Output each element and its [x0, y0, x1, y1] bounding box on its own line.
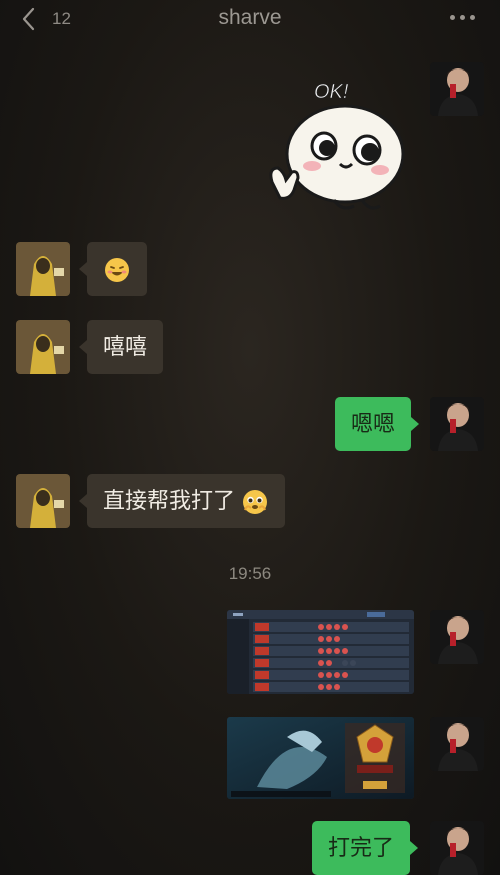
message-bubble-outgoing[interactable]: 嗯嗯	[335, 397, 420, 451]
more-dot	[470, 15, 475, 20]
sticker-text: OK!	[314, 81, 349, 103]
contact-avatar[interactable]	[16, 474, 70, 528]
contact-avatar[interactable]	[16, 320, 70, 374]
message-bubble-incoming[interactable]: 直接帮我打了	[78, 474, 286, 528]
self-avatar[interactable]	[430, 610, 484, 664]
chat-header: 12 sharve	[0, 0, 500, 40]
contact-avatar[interactable]	[16, 242, 70, 296]
self-avatar[interactable]	[430, 62, 484, 116]
self-avatar[interactable]	[430, 821, 484, 875]
pleading-emoji	[243, 490, 268, 515]
message-text: 直接帮我打了	[103, 488, 236, 513]
image-message-game-screenshot[interactable]	[227, 717, 414, 799]
ok-sticker[interactable]: OK!	[262, 72, 412, 217]
message-bubble-incoming[interactable]	[79, 242, 147, 296]
message-text: 打完了	[328, 835, 395, 860]
message-bubble-outgoing[interactable]: 打完了	[312, 821, 419, 875]
chat-title: sharve	[218, 6, 282, 29]
self-avatar[interactable]	[430, 717, 484, 771]
more-options-button[interactable]	[450, 15, 476, 21]
message-timestamp: 19:56	[228, 564, 272, 583]
message-text: 嘻嘻	[103, 334, 148, 359]
more-dot	[460, 15, 465, 20]
image-message-ranking-screenshot[interactable]	[227, 610, 414, 694]
message-bubble-incoming[interactable]: 嘻嘻	[78, 320, 164, 374]
more-dots-icon	[450, 15, 455, 20]
self-avatar[interactable]	[430, 397, 484, 451]
grin-emoji	[105, 258, 129, 283]
message-text: 嗯嗯	[351, 411, 396, 436]
